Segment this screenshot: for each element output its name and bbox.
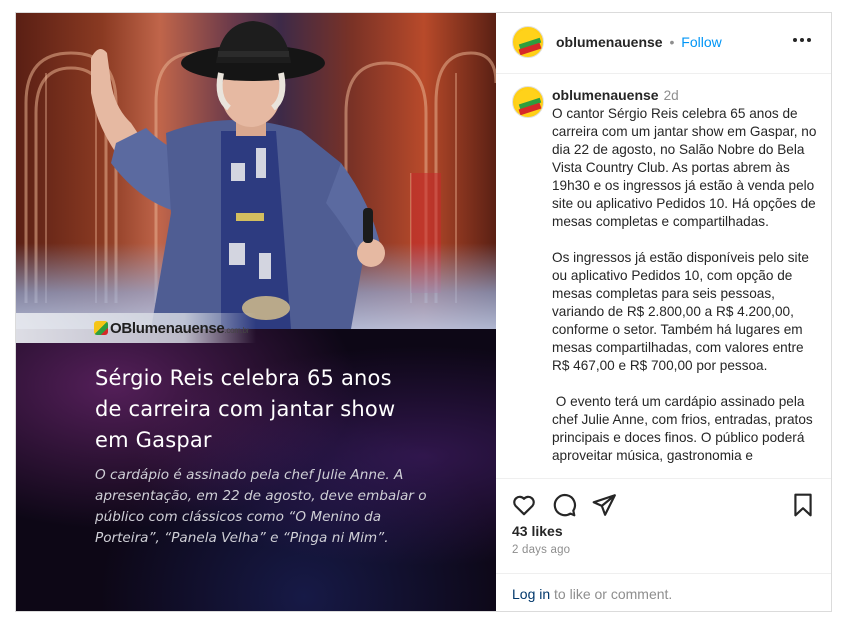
caption-first-paragraph: oblumenauense 2d O cantor Sérgio Reis cele… [552, 86, 820, 231]
caption-paragraph-3: O evento terá um cardápio assinado pela … [552, 394, 817, 463]
caption-time[interactable]: 2d [664, 88, 679, 103]
share-icon[interactable] [591, 492, 617, 518]
caption: oblumenauense 2d O cantor Sérgio Reis cele… [552, 86, 820, 478]
post-container: OBlumenauense.com.br Sérgio Reis celebra… [15, 12, 832, 612]
post-header: oblumenauense • Follow [496, 13, 831, 74]
login-prompt-text: to like or comment. [550, 586, 673, 602]
more-options-icon[interactable] [793, 37, 811, 43]
bookmark-icon[interactable] [790, 492, 816, 518]
header-user-line: oblumenauense • Follow [556, 34, 722, 50]
login-prompt: Log in to like or comment. [496, 573, 831, 611]
caption-scroll-area[interactable]: oblumenauense 2d O cantor Sérgio Reis cele… [496, 74, 831, 478]
brand-logo-bar: OBlumenauense.com.br [16, 313, 256, 343]
caption-avatar[interactable] [512, 86, 544, 118]
comment-icon[interactable] [551, 492, 577, 518]
brand-logo-text: OBlumenauense.com.br [110, 319, 250, 337]
caption-paragraph-2: Os ingressos já estão disponíveis pelo s… [552, 250, 813, 373]
performer-figure [91, 21, 385, 329]
post-side-panel: oblumenauense • Follow oblumenauense 2d O … [496, 13, 831, 611]
post-date[interactable]: 2 days ago [512, 544, 570, 556]
post-image[interactable]: OBlumenauense.com.br Sérgio Reis celebra… [16, 13, 496, 611]
heart-icon[interactable] [511, 492, 537, 518]
caption-username[interactable]: oblumenauense [552, 87, 659, 103]
brand-logo-icon [94, 321, 108, 335]
separator-dot: • [669, 34, 675, 50]
caption-paragraph-1: O cantor Sérgio Reis celebra 65 anos de … [552, 106, 821, 229]
login-link[interactable]: Log in [512, 586, 550, 602]
image-headline: Sérgio Reis celebra 65 anos de carreira … [95, 366, 396, 452]
follow-button[interactable]: Follow [681, 34, 721, 50]
avatar[interactable] [512, 26, 544, 58]
header-username[interactable]: oblumenauense [556, 34, 663, 50]
performer-photo [16, 13, 496, 329]
image-subtext: O cardápio é assinado pela chef Julie An… [95, 467, 427, 546]
likes-count[interactable]: 43 likes [512, 523, 563, 539]
